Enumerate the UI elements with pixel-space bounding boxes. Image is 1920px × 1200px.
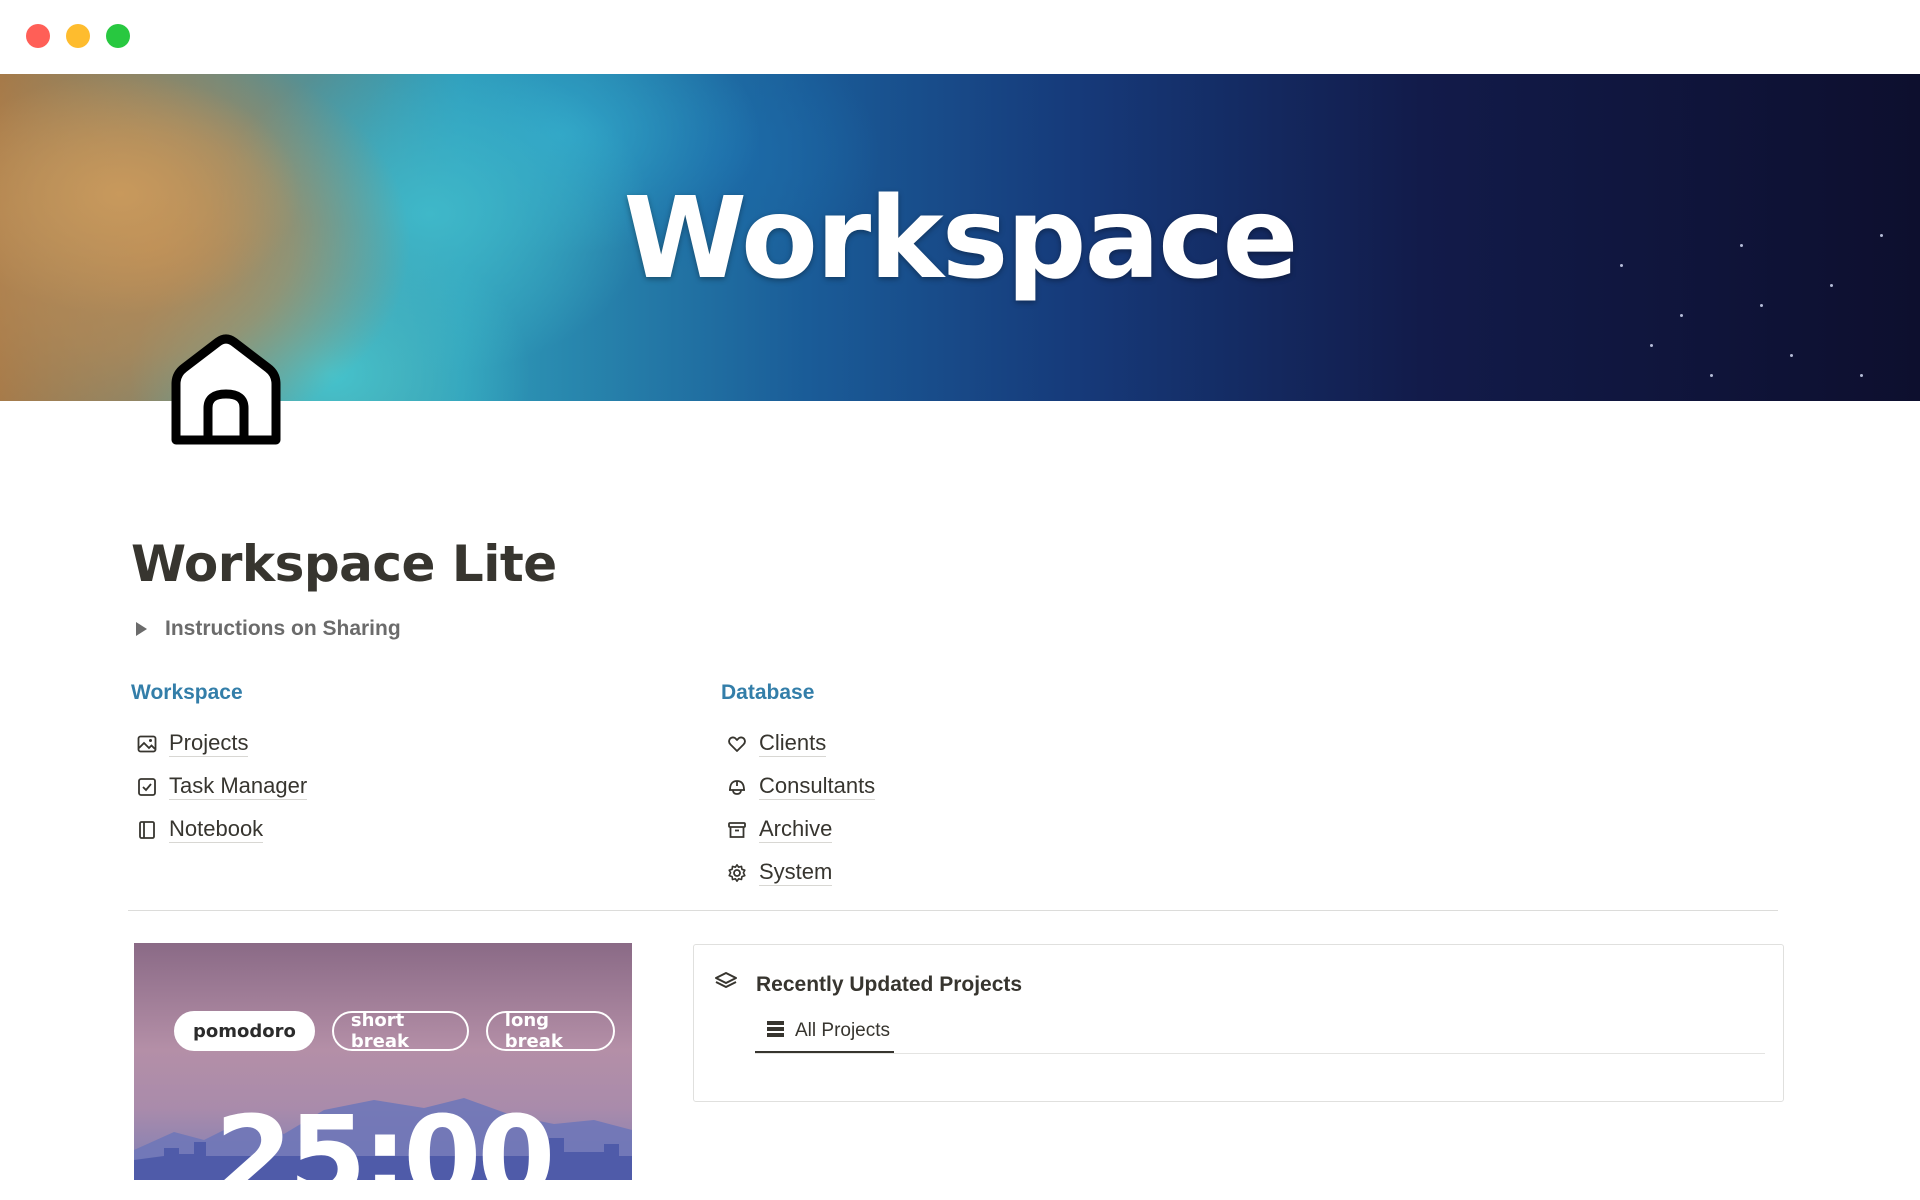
page-title: Workspace Lite <box>131 535 557 593</box>
section-divider <box>128 910 1778 911</box>
minimize-window-button[interactable] <box>66 24 90 48</box>
workspace-heading[interactable]: Workspace <box>131 680 307 706</box>
cover-star <box>1760 304 1763 307</box>
toggle-label[interactable]: Instructions on Sharing <box>165 617 401 641</box>
link-notebook[interactable]: Notebook <box>131 808 307 851</box>
helmet-icon <box>726 776 748 798</box>
pomodoro-mode-tabs: pomodoro short break long break <box>174 1010 632 1052</box>
link-clients[interactable]: Clients <box>721 722 875 765</box>
link-label: Notebook <box>169 816 264 843</box>
link-system[interactable]: System <box>721 851 875 894</box>
toggle-triangle-icon[interactable] <box>136 622 147 636</box>
close-window-button[interactable] <box>26 24 50 48</box>
link-archive[interactable]: Archive <box>721 808 875 851</box>
gear-icon <box>726 862 748 884</box>
tab-all-projects[interactable]: All Projects <box>755 1011 895 1054</box>
link-label: Clients <box>759 730 827 757</box>
cover-star <box>1860 374 1863 377</box>
archive-icon <box>726 819 748 841</box>
link-consultants[interactable]: Consultants <box>721 765 876 808</box>
database-links: Database Clients Consultants Archive Sys… <box>721 680 876 894</box>
book-icon <box>136 819 158 841</box>
layers-icon[interactable] <box>714 971 738 998</box>
tab-underline <box>755 1053 1765 1054</box>
link-task-manager[interactable]: Task Manager <box>131 765 308 808</box>
pomodoro-tab[interactable]: pomodoro <box>174 1011 315 1051</box>
workspace-links: Workspace Projects Task Manager Notebook <box>131 680 308 851</box>
database-heading[interactable]: Database <box>721 680 875 706</box>
timer-display: 25:00 <box>214 1093 556 1180</box>
instructions-toggle[interactable]: Instructions on Sharing <box>136 617 401 641</box>
cover-title: Workspace <box>623 174 1299 304</box>
cover-star <box>1650 344 1653 347</box>
link-label: Task Manager <box>169 773 308 800</box>
cover-star <box>1710 374 1713 377</box>
pomodoro-widget: pomodoro short break long break 25:00 <box>134 943 632 1180</box>
link-label: Consultants <box>759 773 876 800</box>
recent-projects-card: Recently Updated Projects All Projects <box>693 944 1784 1102</box>
table-icon <box>767 1020 784 1042</box>
page-cover[interactable]: Workspace <box>0 74 1920 401</box>
window-titlebar <box>0 0 1920 74</box>
link-label: System <box>759 859 833 886</box>
cover-star <box>1680 314 1683 317</box>
image-icon <box>136 733 158 755</box>
card-title[interactable]: Recently Updated Projects <box>756 973 1022 997</box>
card-header: Recently Updated Projects <box>714 971 1022 998</box>
heart-icon <box>726 733 748 755</box>
long-break-tab[interactable]: long break <box>485 1010 615 1052</box>
tab-label: All Projects <box>795 1020 891 1041</box>
link-label: Projects <box>169 730 249 757</box>
checkbox-icon <box>136 776 158 798</box>
link-projects[interactable]: Projects <box>131 722 307 765</box>
zoom-window-button[interactable] <box>106 24 130 48</box>
house-icon[interactable] <box>166 322 286 452</box>
short-break-tab[interactable]: short break <box>331 1010 469 1052</box>
link-label: Archive <box>759 816 833 843</box>
cover-star <box>1790 354 1793 357</box>
